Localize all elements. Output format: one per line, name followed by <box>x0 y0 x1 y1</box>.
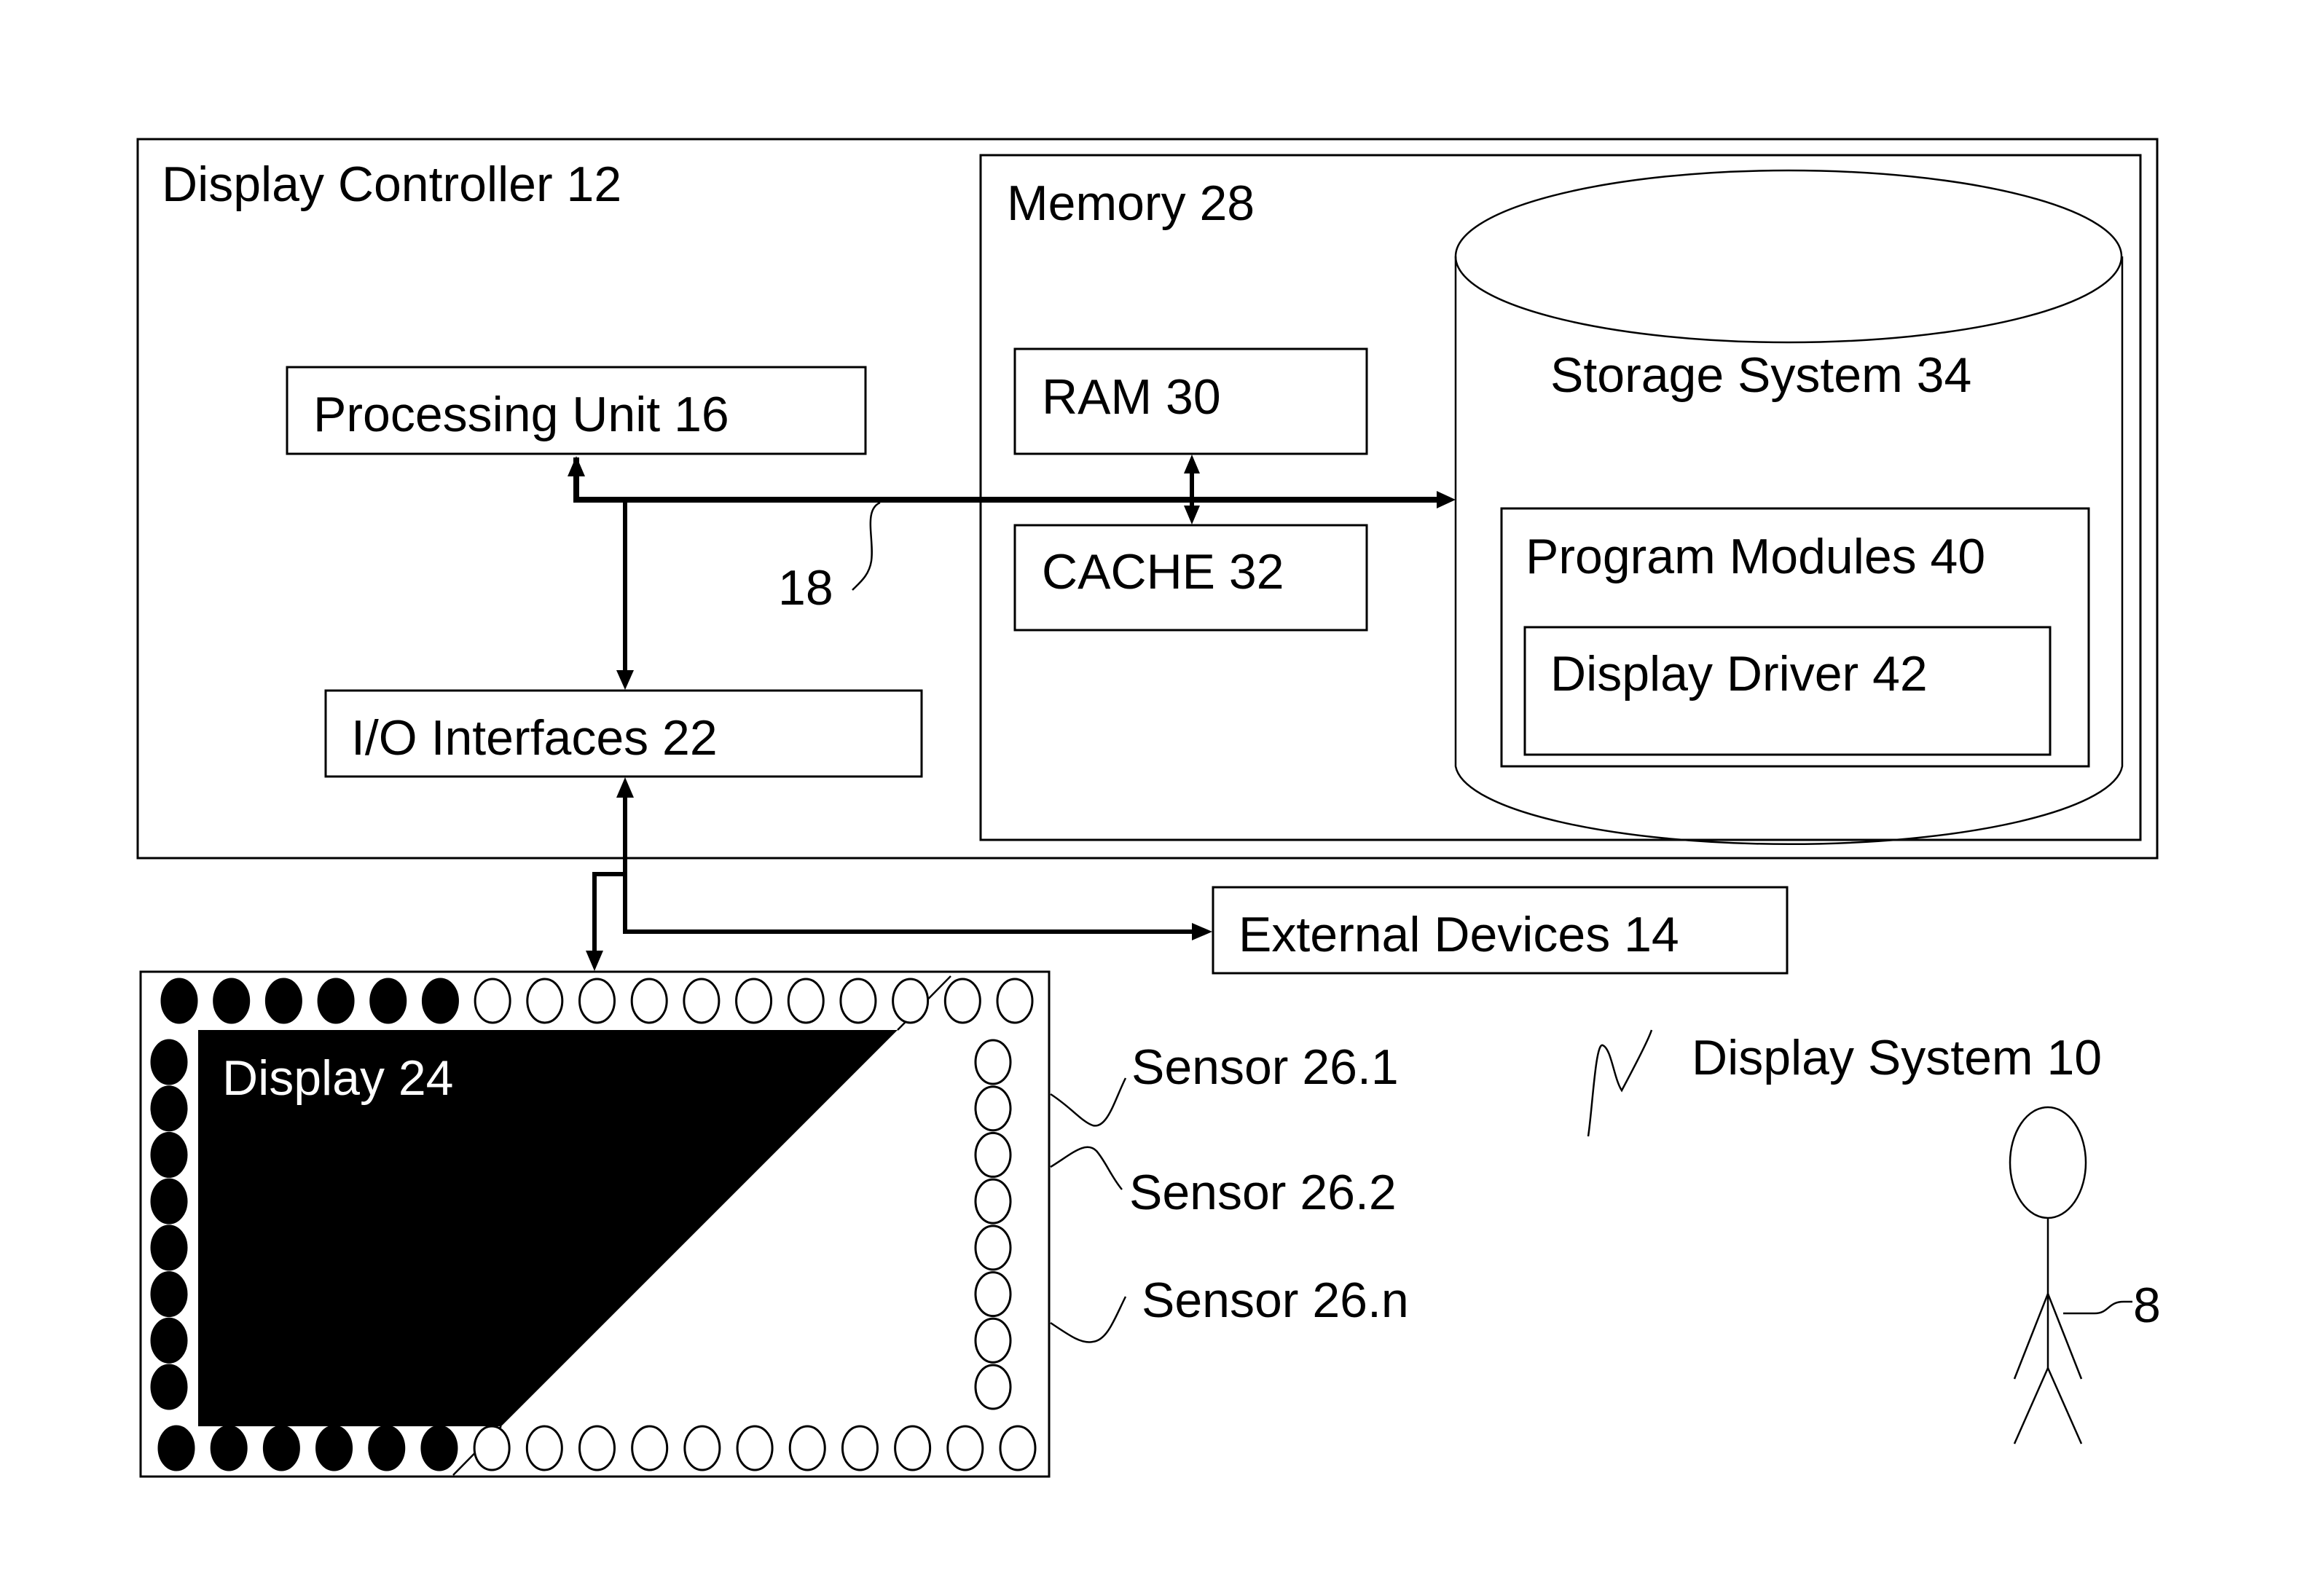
io-interfaces: I/O Interfaces 22 <box>324 689 923 778</box>
arrowhead-ram <box>1184 455 1200 473</box>
sensor-dot-inactive <box>787 978 825 1024</box>
sensor-dot-inactive <box>943 978 981 1024</box>
program-modules: Program Modules 40 Display Driver 42 <box>1500 507 2090 768</box>
arrowhead-storage <box>1437 491 1456 508</box>
sensor-dot-inactive <box>683 978 721 1024</box>
sensor-dot-active <box>150 1224 188 1271</box>
storage-system: Storage System 34 Program Modules 40 Dis… <box>1454 169 2124 845</box>
sensor-dot-inactive <box>736 1425 774 1471</box>
sensor-dot-active <box>262 1425 300 1471</box>
arrowhead-io <box>616 670 634 690</box>
sensor-dot-active <box>157 1425 195 1471</box>
sensor-dot-inactive <box>631 1425 669 1471</box>
sensor-dot-inactive <box>996 978 1034 1024</box>
sensor-dot-inactive <box>974 1178 1012 1224</box>
sensor-dot-active <box>264 978 302 1024</box>
display-driver-label: Display Driver 42 <box>1550 646 1928 701</box>
bus-label: 18 <box>778 560 833 616</box>
arrowhead-cache <box>1184 506 1200 524</box>
sensor-dot-active <box>150 1039 188 1085</box>
sensor-dot-inactive <box>999 1425 1037 1471</box>
ram-label: RAM 30 <box>1042 369 1221 425</box>
arrowhead-external <box>1192 923 1212 940</box>
sensor-dot-inactive <box>839 978 877 1024</box>
sensor-dot-active <box>317 978 355 1024</box>
arrowhead-display <box>586 951 603 971</box>
sensor-dot-inactive <box>974 1271 1012 1318</box>
sensor-dot-inactive <box>474 978 511 1024</box>
user-label: 8 <box>2133 1278 2161 1333</box>
display-controller-label: Display Controller 12 <box>162 157 621 212</box>
io-interfaces-label: I/O Interfaces 22 <box>351 710 718 766</box>
sensor-label-n: Sensor 26.n <box>1142 1273 1409 1328</box>
sensor-dot-inactive <box>683 1425 721 1471</box>
sensor-dot-inactive <box>630 978 668 1024</box>
sensor-dot-inactive <box>974 1085 1012 1132</box>
sensor-dot-active <box>421 978 459 1024</box>
sensor-dot-inactive <box>974 1039 1012 1085</box>
sensor-label-1: Sensor 26.1 <box>1131 1039 1399 1095</box>
external-devices: External Devices 14 <box>1212 886 1789 975</box>
sensor-dot-active <box>150 1271 188 1318</box>
display-driver: Display Driver 42 <box>1523 626 2052 756</box>
sensor-labels: Sensor 26.1 Sensor 26.2 Sensor 26.n <box>1050 1039 1409 1343</box>
sensor-dot-inactive <box>578 978 616 1024</box>
sensor-dot-inactive <box>526 978 564 1024</box>
sensor-dot-active <box>150 1317 188 1364</box>
sensor-dot-active <box>420 1425 458 1471</box>
sensor-dot-active <box>369 978 407 1024</box>
processing-unit: Processing Unit 16 <box>286 366 867 455</box>
sensor-dot-active <box>150 1178 188 1224</box>
sensor-dot-inactive <box>578 1425 616 1471</box>
sensor-dot-inactive <box>473 1425 511 1471</box>
bus: 18 <box>568 455 1456 690</box>
sensor-dot-inactive <box>974 1131 1012 1178</box>
storage-system-label: Storage System 34 <box>1550 347 1971 403</box>
sensor-dot-inactive <box>841 1425 879 1471</box>
sensor-dot-inactive <box>788 1425 826 1471</box>
display-system: Display System 10 <box>1587 1029 2102 1137</box>
processing-unit-label: Processing Unit 16 <box>313 387 729 442</box>
sensor-dot-active <box>150 1364 188 1410</box>
external-devices-label: External Devices 14 <box>1239 907 1679 962</box>
sensor-dot-inactive <box>946 1425 984 1471</box>
sensor-dot-active <box>150 1131 188 1178</box>
sensor-dot-inactive <box>974 1224 1012 1271</box>
sensor-dot-active <box>150 1085 188 1132</box>
memory-label: Memory 28 <box>1007 176 1255 231</box>
program-modules-label: Program Modules 40 <box>1526 529 1985 584</box>
sensor-dot-inactive <box>892 978 930 1024</box>
sensor-dot-inactive <box>525 1425 563 1471</box>
display-label: Display 24 <box>222 1050 454 1106</box>
sensor-dot-inactive <box>974 1364 1012 1410</box>
sensor-label-2: Sensor 26.2 <box>1129 1165 1397 1220</box>
sensor-dot-active <box>368 1425 406 1471</box>
cache-label: CACHE 32 <box>1042 544 1284 600</box>
cache: CACHE 32 <box>1013 524 1368 632</box>
sensor-dot-active <box>213 978 251 1024</box>
ram: RAM 30 <box>1013 347 1368 455</box>
sensor-dot-active <box>315 1425 353 1471</box>
sensor-dot-inactive <box>974 1317 1012 1364</box>
display-system-label: Display System 10 <box>1692 1030 2102 1085</box>
sensor-dot-inactive <box>735 978 773 1024</box>
sensor-dot-active <box>160 978 198 1024</box>
sensor-dot-active <box>210 1425 248 1471</box>
display: Display 24 <box>139 970 1051 1478</box>
display-system-diagram: Display Controller 12 Processing Unit 16… <box>136 138 2161 1478</box>
sensor-dot-inactive <box>894 1425 932 1471</box>
user-figure: 8 <box>2009 1106 2161 1444</box>
arrowhead-processing-unit <box>568 456 585 476</box>
io-connections <box>586 777 1212 971</box>
